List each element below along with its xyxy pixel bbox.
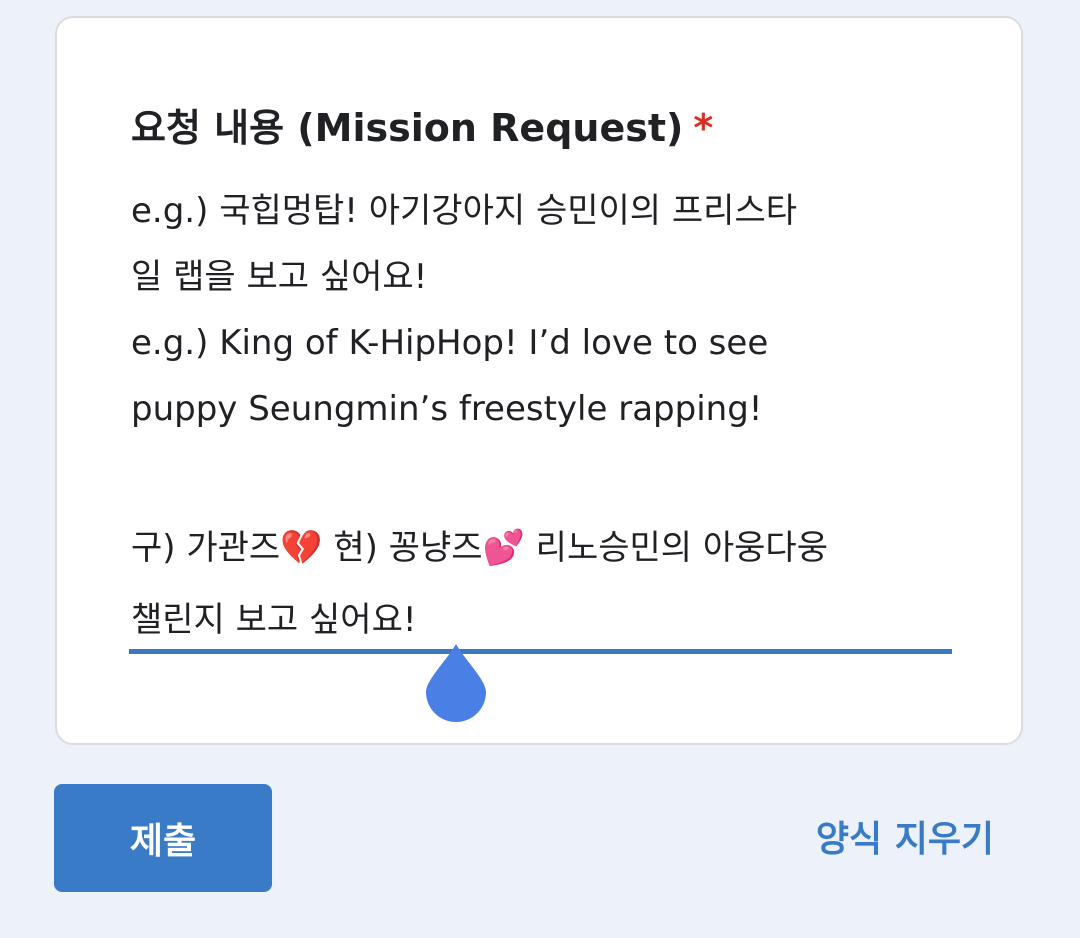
answer-textarea[interactable]: 구) 가관즈💔 현) 꽁냥즈💕 리노승민의 아웅다웅 챌린지 보고 싶어요!: [131, 512, 953, 656]
question-card: 요청 내용 (Mission Request) * e.g.) 국힙멍탑! 아기강…: [55, 16, 1023, 745]
question-description: e.g.) 국힙멍탑! 아기강아지 승민이의 프리스타 일 랩을 보고 싶어요!…: [131, 178, 951, 442]
description-line: puppy Seungmin’s freestyle rapping!: [131, 389, 763, 429]
answer-line: 구) 가관즈💔 현) 꽁냥즈💕 리노승민의 아웅다웅: [131, 528, 828, 568]
text-cursor-handle-icon[interactable]: [425, 642, 487, 722]
description-line: 일 랩을 보고 싶어요!: [131, 257, 428, 297]
answer-field-underline: [129, 649, 952, 654]
question-title-text: 요청 내용 (Mission Request): [131, 106, 684, 150]
question-title: 요청 내용 (Mission Request) *: [131, 102, 713, 154]
required-asterisk: *: [693, 106, 714, 150]
submit-button[interactable]: 제출: [54, 784, 272, 892]
answer-line: 챌린지 보고 싶어요!: [131, 600, 417, 640]
description-line: e.g.) King of K-HipHop! I’d love to see: [131, 323, 769, 363]
clear-form-button[interactable]: 양식 지우기: [790, 806, 1020, 866]
description-line: e.g.) 국힙멍탑! 아기강아지 승민이의 프리스타: [131, 191, 797, 231]
